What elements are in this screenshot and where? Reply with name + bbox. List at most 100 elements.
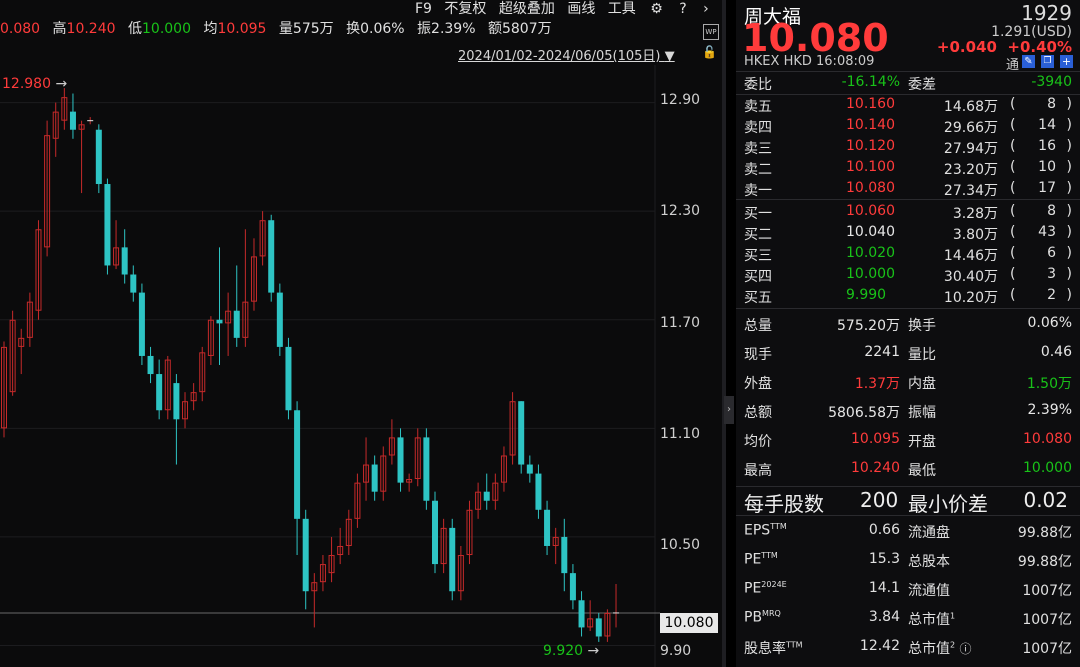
fund-label-text: PE [744,551,762,568]
tick-size-label: 最小价差 [908,492,988,516]
ask-price: 10.120 [846,138,895,154]
ask-price: 10.140 [846,117,895,133]
ask-volume: 29.66万 [943,120,998,136]
candle-body-down [276,292,283,347]
fund-label-sup: 2 [950,640,956,650]
help-icon[interactable]: ? [679,1,686,17]
ask-paren-close: ) [1066,180,1072,196]
ask-paren-close: ) [1066,96,1072,112]
bid-count: 2 [1047,287,1056,303]
info-icon[interactable]: ⓘ [960,642,972,656]
fund-value: 3.84 [868,609,900,625]
fund-value: 99.88亿 [1017,554,1072,570]
divider [736,94,1080,95]
chart-info-bar: 0.080 高10.240 低10.000 均10.095 量575万 换0.0… [0,18,552,40]
bid-count: 8 [1047,203,1056,219]
ask-count: 8 [1047,96,1056,112]
lock-icon[interactable]: 🔓 [702,45,717,59]
candle-body-down [397,437,404,483]
candle-body-down [268,220,275,293]
stat-label: 量比 [908,347,936,363]
min-annotation: 9.920 → [543,643,600,659]
fund-value: 12.42 [859,638,900,654]
stat-label: 均价 [744,434,772,450]
fund-label-text: 流通值 [908,583,950,599]
amt-label: 额 [487,21,502,37]
fund-label-sup: TTM [786,640,803,650]
turn-label: 换 [346,21,361,37]
fund-label: EPSTTM [744,522,787,539]
stat-label: 外盘 [744,376,772,392]
stat-value: 10.095 [851,431,900,447]
overlay-button[interactable]: 超级叠加 [499,1,555,17]
fund-label-text: 总股本 [908,554,950,570]
candle-body-down [449,527,456,592]
bid-level-label: 买一 [744,206,772,222]
date-range[interactable]: 2024/01/02-2024/06/05(105日) ▼ [458,45,675,64]
candle-body-down [130,274,137,293]
chart-toolbar: F9 不复权 超级叠加 画线 工具 ⚙ ? › [415,0,717,18]
kline-chart[interactable] [0,0,722,667]
current-price-tag: 10.080 [660,613,718,633]
candle-body-down [233,310,240,338]
bid-volume: 30.40万 [943,269,998,285]
collapse-handle[interactable]: › [724,396,734,424]
bid-volume: 3.28万 [952,206,998,222]
ask-price: 10.080 [846,180,895,196]
wp-icon[interactable]: WP [703,24,719,40]
stat-value: 10.000 [1023,460,1072,476]
add-icon[interactable]: + [1060,55,1073,68]
ask-volume: 14.68万 [943,99,998,115]
bid-price: 10.060 [846,203,895,219]
ask-level-label: 卖二 [744,162,772,178]
dropdown-icon[interactable]: ▼ [665,49,675,64]
chevron-right-icon[interactable]: › [703,1,709,17]
candle-body-down [526,464,533,474]
bid-volume: 14.46万 [943,248,998,264]
bid-volume: 3.80万 [952,227,998,243]
tools-button[interactable]: 工具 [608,1,636,17]
stat-value: 575.20万 [837,318,900,334]
fund-label: 流通盘 [908,522,950,542]
fund-label: PBMRQ [744,609,781,626]
f9-button[interactable]: F9 [415,1,432,17]
candle-body-down [432,500,438,565]
fund-label-sup: 1 [950,611,956,621]
high-label: 高 [52,21,67,37]
fund-value: 1007亿 [1022,612,1072,628]
bid-level-label: 买五 [744,290,772,306]
ask-price: 10.100 [846,159,895,175]
panel-divider[interactable] [722,0,726,667]
stat-label: 内盘 [908,376,936,392]
ask-volume: 23.20万 [943,162,998,178]
avg-value: 10.095 [217,21,267,37]
ask-paren-open: ( [1010,180,1016,196]
stat-label: 振幅 [908,405,936,421]
kline-chart-area[interactable]: F9 不复权 超级叠加 画线 工具 ⚙ ? › WP 0.080 高10.240… [0,0,722,667]
copy-icon[interactable]: ❐ [1041,55,1054,68]
bid-paren-close: ) [1066,203,1072,219]
stat-value: 10.080 [1023,431,1072,447]
stat-label: 总量 [744,318,772,334]
fund-label-text: 股息率 [744,641,786,657]
stat-label: 最低 [908,463,936,479]
ask-paren-open: ( [1010,117,1016,133]
candle-body-down [216,319,223,324]
stat-value: 0.46 [1040,344,1072,360]
last-value: 0.080 [0,21,41,37]
fund-label-sup: MRQ [762,609,781,618]
settings-icon[interactable]: ⚙ [650,1,663,17]
candle-body-down [95,129,102,185]
fund-value: 99.88亿 [1017,525,1072,541]
exchange-info: HKEX HKD 16:08:09 [744,54,874,69]
draw-button[interactable]: 画线 [567,1,595,17]
amp-label: 振 [417,21,432,37]
bid-paren-close: ) [1066,266,1072,282]
price-tick: 9.90 [660,643,692,659]
price-tick: 11.70 [660,315,701,331]
adjust-button[interactable]: 不复权 [444,1,486,17]
edit-icon[interactable]: ✎ [1022,55,1035,68]
bid-count: 43 [1038,224,1056,240]
vol-label: 量 [278,21,293,37]
fund-label-text: PB [744,609,763,626]
